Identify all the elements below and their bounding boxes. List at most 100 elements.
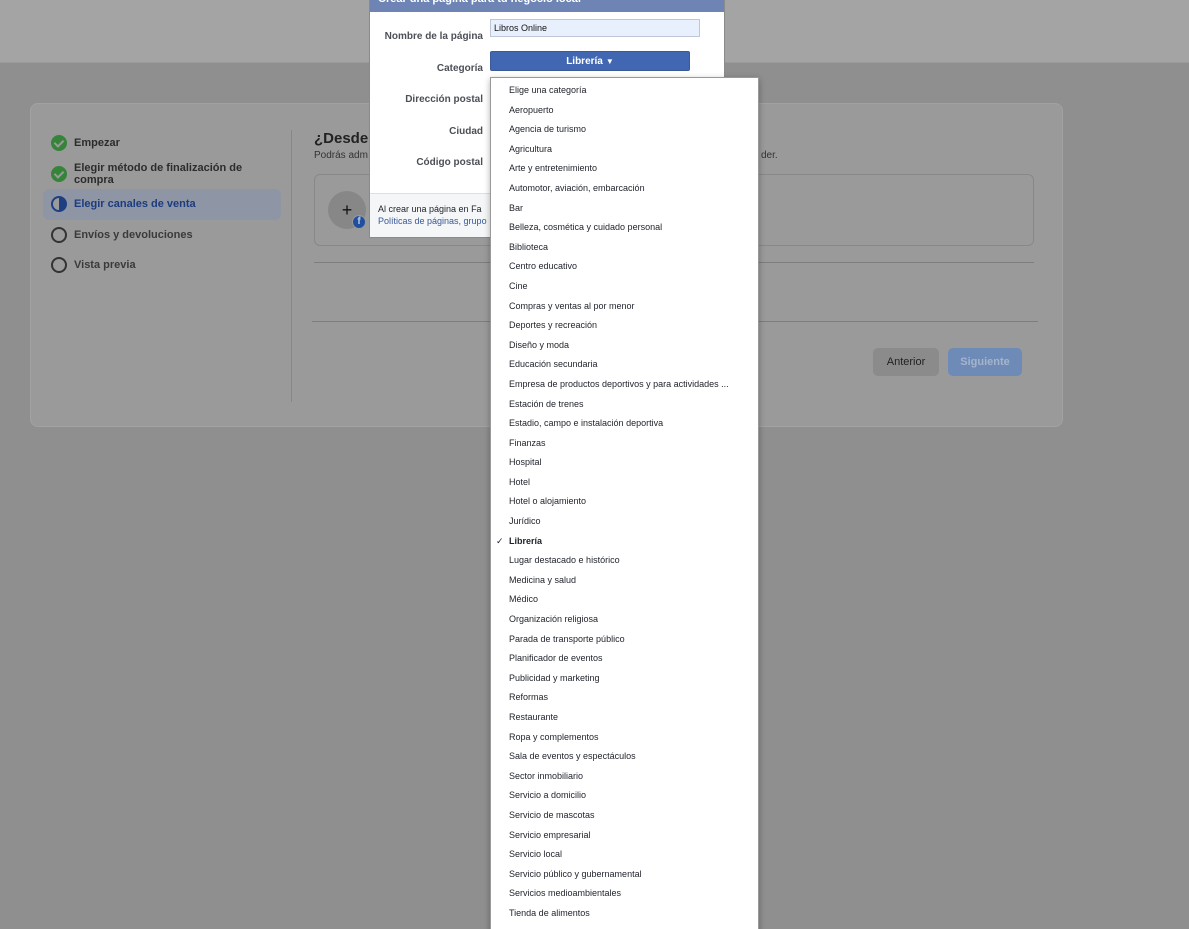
caret-down-icon: ▼: [605, 56, 614, 66]
category-option-label: Empresa de productos deportivos y para a…: [509, 378, 729, 389]
city-label: Ciudad: [449, 126, 483, 137]
page-name-input[interactable]: [490, 19, 700, 37]
category-option-label: Agricultura: [509, 143, 553, 154]
category-option[interactable]: Educación secundaria: [491, 357, 753, 377]
checkmark-icon: ✓: [496, 535, 504, 546]
category-option[interactable]: Reformas: [491, 690, 753, 710]
step-empezar[interactable]: Empezar: [43, 128, 283, 159]
category-option[interactable]: Aeropuerto: [491, 103, 753, 123]
category-option[interactable]: Servicio de mascotas: [491, 808, 753, 828]
category-option[interactable]: Planificador de eventos: [491, 651, 753, 671]
step-shipping-returns[interactable]: Envíos y devoluciones: [43, 220, 283, 251]
category-option[interactable]: ✓ Librería: [491, 534, 753, 554]
category-option-label: Bar: [509, 202, 524, 213]
category-option[interactable]: Automotor, aviación, embarcación: [491, 181, 753, 201]
check-circle-icon: [51, 165, 67, 182]
category-option[interactable]: Parada de transporte público: [491, 632, 753, 652]
wizard-steps: Empezar Elegir método de finalización de…: [43, 128, 283, 281]
footer-text: Al crear una página en Fa: [378, 204, 482, 214]
plus-icon: +: [341, 199, 353, 220]
category-option-label: Deportes y recreación: [509, 320, 598, 331]
category-option[interactable]: Deportes y recreación: [491, 318, 753, 338]
category-option-label: Agencia de turismo: [509, 124, 587, 135]
category-option-label: Estadio, campo e instalación deportiva: [509, 418, 664, 429]
next-button[interactable]: Siguiente: [948, 348, 1022, 376]
section-subtitle: Podrás adm: [314, 150, 368, 161]
category-option[interactable]: Sala de eventos y espectáculos: [491, 749, 753, 769]
step-preview[interactable]: Vista previa: [43, 250, 283, 281]
category-option[interactable]: Elige una categoría: [491, 83, 753, 103]
section-title: ¿Desde: [314, 130, 369, 147]
category-dropdown-button[interactable]: Librería ▼: [490, 51, 690, 71]
category-option-label: Sala de eventos y espectáculos: [509, 751, 636, 762]
category-option[interactable]: Jurídico: [491, 514, 753, 534]
category-option[interactable]: Hotel: [491, 475, 753, 495]
category-option[interactable]: Compras y ventas al por menor: [491, 299, 753, 319]
category-option[interactable]: Médico: [491, 592, 753, 612]
category-option[interactable]: Servicio público y gubernamental: [491, 867, 753, 887]
category-option[interactable]: Agencia de turismo: [491, 122, 753, 142]
category-option[interactable]: Servicio local: [491, 847, 753, 867]
category-option[interactable]: Ropa y complementos: [491, 730, 753, 750]
category-label: Categoría: [436, 63, 483, 74]
category-option[interactable]: Centro educativo: [491, 259, 753, 279]
category-option[interactable]: Lugar destacado e histórico: [491, 553, 753, 573]
category-option[interactable]: Servicios medioambientales: [491, 886, 753, 906]
category-option-label: Compras y ventas al por menor: [509, 300, 635, 311]
vertical-divider: [291, 130, 292, 402]
category-option[interactable]: Sector inmobiliario: [491, 769, 753, 789]
category-dropdown-list[interactable]: Elige una categoría Aeropuerto Agencia de …: [490, 77, 759, 929]
category-option[interactable]: Estación de trenes: [491, 397, 753, 417]
category-option-label: Diseño y moda: [509, 339, 570, 350]
category-option-label: Restaurante: [509, 712, 559, 722]
category-option[interactable]: Belleza, cosmética y cuidado personal: [491, 220, 753, 240]
category-option-label: Parada de transporte público: [509, 633, 625, 644]
dialog-title: Crear una página para tu negocio local: [370, 0, 724, 12]
step-sales-channels[interactable]: Elegir canales de venta: [43, 189, 281, 220]
category-option-label: Belleza, cosmética y cuidado personal: [509, 222, 663, 233]
category-option[interactable]: Biblioteca: [491, 240, 753, 260]
step-label: Envíos y devoluciones: [74, 228, 193, 241]
category-option[interactable]: Restaurante: [491, 710, 753, 730]
check-circle-icon: [51, 135, 67, 152]
category-option[interactable]: Estadio, campo e instalación deportiva: [491, 416, 753, 436]
category-option-label: Médico: [509, 594, 539, 605]
category-option-label: Hotel o alojamiento: [509, 496, 587, 507]
category-option-label: Hospital: [509, 457, 542, 468]
category-option[interactable]: Servicio empresarial: [491, 828, 753, 848]
category-option-label: Tienda de alimentos: [509, 907, 590, 918]
category-option-label: Librería: [509, 535, 543, 546]
category-option[interactable]: Organización religiosa: [491, 612, 753, 632]
half-circle-icon: [51, 196, 67, 213]
category-option[interactable]: Publicidad y marketing: [491, 671, 753, 691]
category-option-label: Servicio local: [509, 849, 563, 860]
category-option[interactable]: Hotel o alojamiento: [491, 494, 753, 514]
category-option-label: Finanzas: [509, 437, 546, 448]
category-option-label: Publicidad y marketing: [509, 672, 600, 683]
category-option-label: Lugar destacado e histórico: [509, 555, 620, 566]
category-option[interactable]: Empresa de productos deportivos y para a…: [491, 377, 753, 397]
name-label: Nombre de la página: [384, 31, 483, 42]
category-option[interactable]: Bar: [491, 201, 753, 221]
category-option-label: Reformas: [509, 692, 549, 703]
category-option-label: Servicio a domicilio: [509, 790, 587, 801]
category-option[interactable]: Servicio a domicilio: [491, 788, 753, 808]
category-option[interactable]: Agricultura: [491, 142, 753, 162]
category-option-label: Automotor, aviación, embarcación: [509, 182, 645, 193]
category-option[interactable]: Finanzas: [491, 436, 753, 456]
category-option-label: Estación de trenes: [509, 398, 584, 409]
empty-circle-icon: [51, 226, 67, 243]
category-option[interactable]: Tienda de alimentos: [491, 906, 753, 926]
category-option-label: Cine: [509, 280, 528, 291]
step-label: Vista previa: [74, 259, 136, 272]
previous-button[interactable]: Anterior: [873, 348, 939, 376]
category-option[interactable]: Hospital: [491, 455, 753, 475]
category-option-label: Servicio empresarial: [509, 829, 591, 840]
category-option[interactable]: Arte y entretenimiento: [491, 161, 753, 181]
facebook-icon: f: [352, 215, 366, 229]
category-option[interactable]: Cine: [491, 279, 753, 299]
category-option[interactable]: Medicina y salud: [491, 573, 753, 593]
category-option-label: Elige una categoría: [509, 85, 587, 95]
category-option[interactable]: Diseño y moda: [491, 338, 753, 358]
step-checkout-method[interactable]: Elegir método de finalización de compra: [43, 159, 283, 190]
